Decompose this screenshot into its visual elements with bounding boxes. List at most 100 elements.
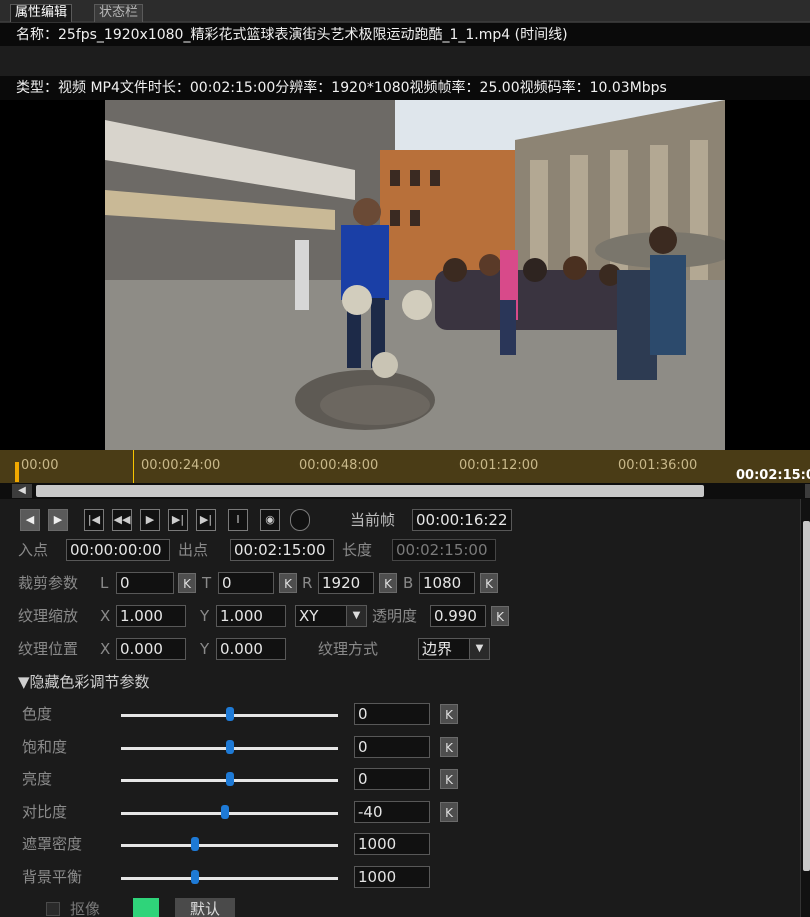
scroll-left-icon[interactable]: ◀ xyxy=(12,484,32,498)
position-y-field[interactable]: 0.000 xyxy=(216,638,286,660)
video-viewer[interactable] xyxy=(0,100,810,450)
slider-track[interactable] xyxy=(121,812,338,815)
position-y-label: Y xyxy=(200,640,210,658)
position-row: 纹理位置 X 0.000 Y 0.000 纹理方式 边界 ▼ xyxy=(0,638,800,662)
crop-b-field[interactable]: 1080 xyxy=(419,572,475,594)
slider-key-button[interactable]: K xyxy=(440,737,458,757)
vertical-scrollbar[interactable] xyxy=(800,499,810,917)
play-icon[interactable]: ▶ xyxy=(140,509,160,531)
video-frame xyxy=(105,100,725,450)
circle-icon[interactable] xyxy=(290,509,310,531)
snapshot-icon[interactable]: ◉ xyxy=(260,509,280,531)
slider-label: 色度 xyxy=(22,705,53,723)
out-point-field[interactable]: 00:02:15:00 xyxy=(230,539,334,561)
texture-mode-value: 边界 xyxy=(422,640,453,658)
texture-mode-select[interactable]: 边界 ▼ xyxy=(418,638,490,660)
opacity-label: 透明度 xyxy=(372,607,418,625)
timeline-start-marker[interactable] xyxy=(15,462,19,482)
slider-key-button[interactable]: K xyxy=(440,704,458,724)
go-start-icon[interactable]: |◀ xyxy=(84,509,104,531)
slider-value-field[interactable]: 1000 xyxy=(354,833,430,855)
slider-handle[interactable] xyxy=(221,805,229,819)
slider-value-field[interactable]: 0 xyxy=(354,703,430,725)
slider-handle[interactable] xyxy=(226,772,234,786)
scale-mode-select[interactable]: XY ▼ xyxy=(295,605,367,627)
slider-value-field[interactable]: 1000 xyxy=(354,866,430,888)
scale-x-field[interactable]: 1.000 xyxy=(116,605,186,627)
tab-strip: 属性编辑 状态栏 xyxy=(0,0,810,22)
tab-property-edit[interactable]: 属性编辑 xyxy=(10,4,73,22)
keying-row: 抠像 默认 xyxy=(0,898,800,917)
slider-row: 背景平衡 1000 xyxy=(0,866,800,890)
slider-key-button[interactable]: K xyxy=(440,802,458,822)
scale-mode-value: XY xyxy=(299,607,319,625)
timeline-ruler[interactable]: 00:00 00:00:24:00 00:00:48:00 00:01:12:0… xyxy=(0,450,810,483)
crop-t-field[interactable]: 0 xyxy=(218,572,274,594)
slider-track[interactable] xyxy=(121,844,338,847)
text-icon[interactable]: I xyxy=(228,509,248,531)
slider-key-button[interactable]: K xyxy=(440,769,458,789)
timeline-tick: 00:00:24:00 xyxy=(141,458,221,473)
slider-label: 遮罩密度 xyxy=(22,835,83,853)
current-frame-label: 当前帧 xyxy=(350,511,396,529)
slider-value-field[interactable]: -40 xyxy=(354,801,430,823)
chevron-down-icon[interactable]: ▼ xyxy=(346,606,366,626)
keying-checkbox[interactable] xyxy=(46,902,60,916)
in-point-field[interactable]: 00:00:00:00 xyxy=(66,539,170,561)
slider-label: 对比度 xyxy=(22,803,68,821)
position-label: 纹理位置 xyxy=(18,640,79,658)
length-label: 长度 xyxy=(342,541,373,559)
slider-handle[interactable] xyxy=(191,837,199,851)
crop-r-key-button[interactable]: K xyxy=(379,573,397,593)
crop-b-key-button[interactable]: K xyxy=(480,573,498,593)
crop-l-label: L xyxy=(100,574,109,592)
timeline-tick: 00:00 xyxy=(21,458,59,473)
vertical-scroll-thumb[interactable] xyxy=(803,521,810,871)
length-field: 00:02:15:00 xyxy=(392,539,496,561)
timeline-tick: 00:01:36:00 xyxy=(618,458,698,473)
out-point-label: 出点 xyxy=(178,541,209,559)
chevron-down-icon[interactable]: ▼ xyxy=(469,639,489,659)
timeline-tick: 00:00:48:00 xyxy=(299,458,379,473)
default-button[interactable]: 默认 xyxy=(175,898,235,917)
timeline-playhead[interactable] xyxy=(133,450,134,483)
key-color-swatch[interactable] xyxy=(133,898,159,917)
file-type-line: 类型：视频 MP4文件时长：00:02:15:00分辨率：1920*1080视频… xyxy=(0,76,810,100)
color-section-toggle[interactable]: ▼隐藏色彩调节参数 xyxy=(18,671,150,693)
slider-handle[interactable] xyxy=(226,707,234,721)
slider-row: 色度 0 K xyxy=(0,703,800,727)
horizontal-scroll-thumb[interactable] xyxy=(36,485,704,497)
crop-row: 裁剪参数 L 0 K T 0 K R 1920 K B 1080 K xyxy=(0,572,800,596)
opacity-field[interactable]: 0.990 xyxy=(430,605,486,627)
scale-y-label: Y xyxy=(200,607,210,625)
timeline-end-label: 00:02:15:0 xyxy=(736,468,810,483)
slider-value-field[interactable]: 0 xyxy=(354,768,430,790)
crop-t-label: T xyxy=(202,574,212,592)
slider-track[interactable] xyxy=(121,877,338,880)
opacity-key-button[interactable]: K xyxy=(491,606,509,626)
tab-status-bar[interactable]: 状态栏 xyxy=(94,4,144,22)
step-forward-icon[interactable]: ▶| xyxy=(168,509,188,531)
crop-r-field[interactable]: 1920 xyxy=(318,572,374,594)
inout-row: 入点 00:00:00:00 出点 00:02:15:00 长度 00:02:1… xyxy=(0,539,800,563)
go-end-icon[interactable]: ▶| xyxy=(196,509,216,531)
position-x-label: X xyxy=(100,640,111,658)
slider-row: 对比度 -40 K xyxy=(0,801,800,825)
crop-l-field[interactable]: 0 xyxy=(116,572,174,594)
next-arrow-icon[interactable]: ▶ xyxy=(48,509,68,531)
scroll-right-icon[interactable] xyxy=(805,484,810,498)
current-frame-field[interactable]: 00:00:16:22 xyxy=(412,509,512,531)
slider-value-field[interactable]: 0 xyxy=(354,736,430,758)
slider-handle[interactable] xyxy=(191,870,199,884)
prev-arrow-icon[interactable]: ◀ xyxy=(20,509,40,531)
horizontal-scrollbar[interactable]: ◀ xyxy=(0,483,810,499)
crop-b-label: B xyxy=(403,574,414,592)
scale-y-field[interactable]: 1.000 xyxy=(216,605,286,627)
slider-handle[interactable] xyxy=(226,740,234,754)
crop-l-key-button[interactable]: K xyxy=(178,573,196,593)
slider-row: 饱和度 0 K xyxy=(0,736,800,760)
crop-r-label: R xyxy=(302,574,313,592)
step-back-icon[interactable]: ◀◀ xyxy=(112,509,132,531)
crop-t-key-button[interactable]: K xyxy=(279,573,297,593)
position-x-field[interactable]: 0.000 xyxy=(116,638,186,660)
